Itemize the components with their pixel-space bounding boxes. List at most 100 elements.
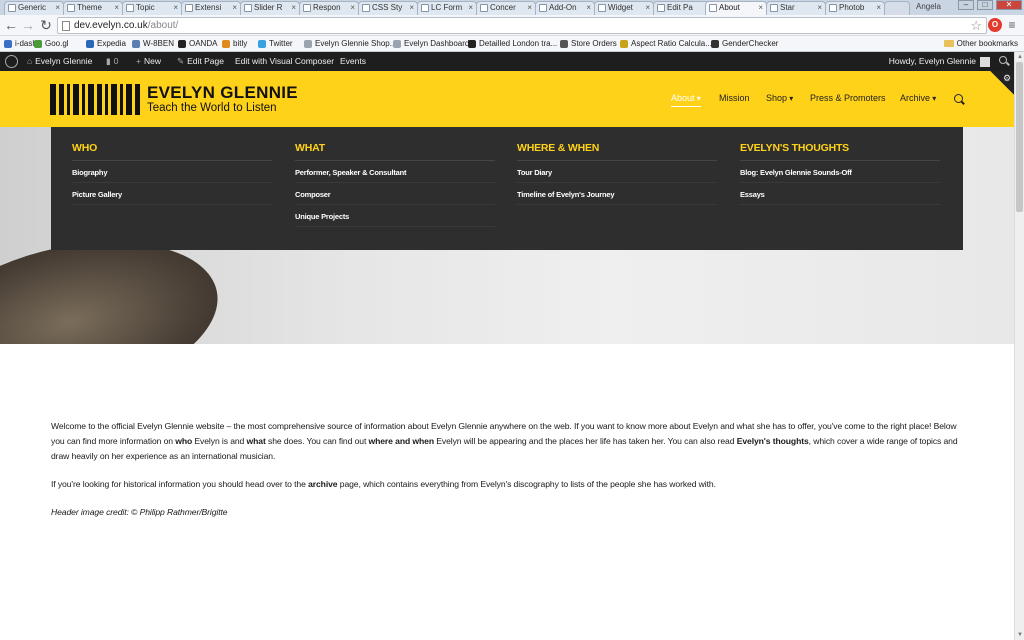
mega-menu-item[interactable]: Composer (295, 190, 331, 200)
browser-tab[interactable]: Respon × (299, 1, 359, 15)
browser-tab[interactable]: Star × (766, 1, 826, 15)
nav-item[interactable]: About ▾ (671, 91, 701, 107)
extension-icon[interactable]: O (988, 18, 1002, 32)
mega-menu-item[interactable]: Unique Projects (295, 212, 349, 222)
close-window-button[interactable]: ✕ (996, 0, 1022, 10)
wordpress-logo-icon[interactable] (5, 55, 18, 68)
nav-item[interactable]: Shop ▾ (766, 91, 793, 106)
admin-new-button[interactable]: + New (136, 52, 161, 71)
scroll-up-icon[interactable]: ▲ (1017, 53, 1023, 61)
mega-menu-divider (517, 160, 717, 161)
logo-title[interactable]: EVELYN GLENNIE (147, 84, 298, 102)
archive-link[interactable]: archive (308, 479, 338, 489)
mega-menu-heading[interactable]: WHO (72, 141, 97, 155)
bookmark-favicon-icon (304, 40, 312, 48)
bookmark-item[interactable]: OANDA (178, 38, 217, 50)
bookmark-item[interactable]: bitly (222, 38, 247, 50)
browser-tab[interactable]: Edit Pa× (653, 1, 713, 15)
browser-profile-name[interactable]: Angela (916, 1, 954, 13)
nav-item[interactable]: Press & Promoters (810, 91, 886, 105)
browser-tab[interactable]: Topic × (122, 1, 182, 15)
comment-icon: ▮ (106, 56, 111, 66)
mega-menu-item[interactable]: Picture Gallery (72, 190, 122, 200)
mega-menu-item[interactable]: Biography (72, 168, 107, 178)
mega-menu-heading[interactable]: EVELYN'S THOUGHTS (740, 141, 849, 155)
browser-tab[interactable]: Generic × (4, 1, 64, 15)
address-bar[interactable]: dev.evelyn.co.uk/about/ ☆ (57, 17, 987, 34)
bookmark-item[interactable]: Aspect Ratio Calcula... (620, 38, 712, 50)
tab-close-icon[interactable]: × (291, 2, 296, 14)
browser-tab[interactable]: Widget × (594, 1, 654, 15)
admin-edit-page[interactable]: ✎ Edit Page (177, 52, 224, 71)
browser-tab[interactable]: CSS Sty × (358, 1, 418, 15)
browser-tab[interactable]: Extensi × (181, 1, 241, 15)
tab-close-icon[interactable]: × (527, 2, 532, 14)
tab-close-icon[interactable]: × (817, 2, 822, 14)
mega-menu-item[interactable]: Blog: Evelyn Glennie Sounds-Off (740, 168, 852, 178)
bookmark-label: Evelyn Glennie Shop... (315, 39, 397, 48)
browser-tab[interactable]: Slider R × (240, 1, 300, 15)
browser-tab[interactable]: Add-On × (535, 1, 595, 15)
logo-mark-icon[interactable] (50, 84, 140, 115)
tab-close-icon[interactable]: × (876, 2, 881, 14)
tab-close-icon[interactable]: × (758, 2, 763, 14)
tab-close-icon[interactable]: × (114, 2, 119, 14)
bookmark-item[interactable]: Goo.gl (34, 38, 69, 50)
tab-close-icon[interactable]: × (645, 2, 650, 14)
reload-icon[interactable]: ↻ (38, 17, 54, 33)
browser-tab[interactable]: LC Form × (417, 1, 477, 15)
nav-item[interactable]: Archive ▾ (900, 91, 936, 106)
maximize-button[interactable]: □ (977, 0, 993, 10)
mega-menu-heading[interactable]: WHERE & WHEN (517, 141, 599, 155)
bookmark-favicon-icon (222, 40, 230, 48)
bookmark-item[interactable]: i-dash (4, 38, 37, 50)
admin-visual-composer[interactable]: Edit with Visual Composer (235, 52, 334, 71)
page-icon (62, 21, 70, 31)
mega-menu-item[interactable]: Timeline of Evelyn's Journey (517, 190, 615, 200)
browser-tab[interactable]: Theme × (63, 1, 123, 15)
archive-paragraph: If you're looking for historical informa… (51, 477, 966, 492)
tab-close-icon[interactable]: × (232, 2, 237, 14)
back-icon[interactable]: ← (3, 17, 19, 33)
nav-item[interactable]: Mission (719, 91, 750, 105)
bookmark-item[interactable]: Store Orders (560, 38, 617, 50)
bookmark-star-icon[interactable]: ☆ (970, 18, 982, 33)
bookmark-item[interactable]: Twitter (258, 38, 293, 50)
browser-tab[interactable]: Concer × (476, 1, 536, 15)
browser-tab[interactable]: About × (705, 1, 767, 15)
bookmark-item[interactable]: Evelyn Dashboard (393, 38, 469, 50)
gear-icon[interactable]: ⚙ (1003, 73, 1011, 83)
bookmark-item[interactable]: Detailled London tra... (468, 38, 557, 50)
admin-account[interactable]: Howdy, Evelyn Glennie (889, 52, 990, 71)
tab-favicon-icon (598, 4, 606, 12)
mega-menu-item[interactable]: Tour Diary (517, 168, 552, 178)
mega-menu-item[interactable]: Essays (740, 190, 765, 200)
other-bookmarks[interactable]: Other bookmarks (943, 38, 1018, 50)
forward-icon[interactable]: → (20, 17, 36, 33)
admin-comments[interactable]: ▮ 0 (106, 52, 118, 71)
admin-search-icon[interactable] (998, 55, 1010, 67)
scroll-thumb[interactable] (1016, 62, 1023, 212)
page-scrollbar[interactable]: ▲ ▼ (1014, 52, 1024, 640)
bookmark-item[interactable]: GenderChecker (711, 38, 778, 50)
browser-menu-icon[interactable]: ≡ (1006, 18, 1018, 32)
tab-close-icon[interactable]: × (586, 2, 591, 14)
bookmark-item[interactable]: Expedia (86, 38, 126, 50)
minimize-button[interactable]: – (958, 0, 974, 10)
browser-tab[interactable]: Photob × (825, 1, 885, 15)
admin-site-link[interactable]: ⌂ Evelyn Glennie (27, 52, 92, 71)
bookmark-item[interactable]: W-8BEN (132, 38, 174, 50)
admin-events[interactable]: Events (340, 52, 366, 71)
bookmark-item[interactable]: Evelyn Glennie Shop... (304, 38, 396, 50)
scroll-down-icon[interactable]: ▼ (1017, 631, 1023, 639)
mega-menu-heading[interactable]: WHAT (295, 141, 325, 155)
new-tab-button[interactable] (884, 1, 910, 15)
mega-menu-item[interactable]: Performer, Speaker & Consultant (295, 168, 407, 178)
search-icon[interactable] (954, 94, 963, 103)
tab-close-icon[interactable]: × (350, 2, 355, 14)
nav-item-label: Shop (766, 93, 788, 103)
tab-close-icon[interactable]: × (55, 2, 60, 14)
tab-close-icon[interactable]: × (409, 2, 414, 14)
tab-close-icon[interactable]: × (468, 2, 473, 14)
tab-close-icon[interactable]: × (173, 2, 178, 14)
